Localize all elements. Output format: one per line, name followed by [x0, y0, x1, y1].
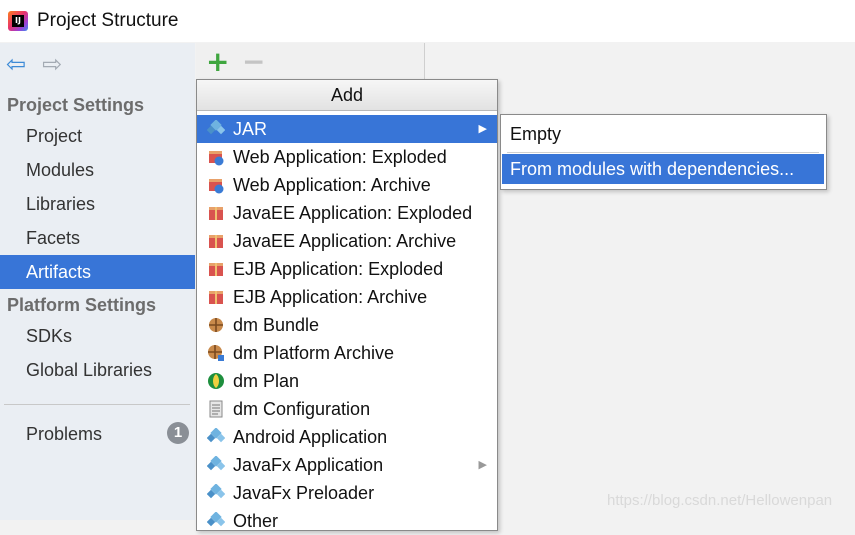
javaee-icon — [209, 207, 223, 220]
menu-item-label: Web Application: Archive — [233, 175, 431, 195]
ejb-icon — [209, 291, 223, 304]
android-icon — [207, 428, 225, 443]
other-icon — [207, 512, 225, 527]
sidebar-item-libraries[interactable]: Libraries — [0, 187, 195, 221]
minus-icon[interactable]: − — [242, 47, 265, 77]
menu-item-jar[interactable]: JAR ▶ — [197, 115, 497, 143]
plan-icon — [208, 373, 224, 389]
menu-item-javafx-app[interactable]: JavaFx Application ▶ — [197, 451, 497, 479]
submenu-item-from-modules[interactable]: From modules with dependencies... — [502, 154, 824, 184]
sidebar: ⇦ ⇨ Project Settings Project Modules Lib… — [0, 43, 195, 520]
watermark: https://blog.csdn.net/Hellowenpan — [607, 492, 833, 509]
sidebar-divider — [4, 404, 190, 405]
jar-icon — [207, 120, 225, 135]
menu-item-label: Other — [233, 511, 279, 531]
web-app-icon — [209, 179, 224, 194]
javaee-icon — [209, 235, 223, 248]
arrow-right-icon[interactable]: ⇨ — [42, 52, 62, 76]
logo-text: IJ — [12, 15, 24, 27]
javafx-icon — [207, 456, 225, 471]
menu-item-label: Android Application — [233, 427, 388, 447]
intellij-logo-icon: IJ — [8, 11, 28, 31]
window-title: Project Structure — [37, 10, 179, 31]
menu-item-label: JavaEE Application: Exploded — [233, 203, 473, 223]
project-settings-header: Project Settings — [7, 95, 145, 115]
popup-header: Add — [197, 80, 497, 111]
configuration-icon — [209, 400, 223, 418]
plus-icon[interactable]: + — [206, 47, 229, 77]
web-app-icon — [209, 151, 224, 166]
ejb-icon — [209, 263, 223, 276]
menu-item-dm-plan[interactable]: dm Plan — [197, 367, 497, 395]
menu-item-javaee-archive[interactable]: JavaEE Application: Archive — [197, 227, 497, 255]
menu-item-label: JavaFx Preloader — [233, 483, 375, 503]
artifacts-toolbar: + − — [196, 43, 425, 79]
jar-submenu: Empty From modules with dependencies... — [500, 114, 827, 190]
nav-arrows: ⇦ ⇨ — [6, 52, 62, 76]
submenu-arrow-icon: ▶ — [478, 122, 487, 135]
menu-item-javaee-exploded[interactable]: JavaEE Application: Exploded — [197, 199, 497, 227]
submenu-item-empty[interactable]: Empty — [502, 119, 824, 149]
menu-item-ejb-archive[interactable]: EJB Application: Archive — [197, 283, 497, 311]
sidebar-item-modules[interactable]: Modules — [0, 153, 195, 187]
submenu-separator — [507, 152, 819, 153]
platform-archive-icon — [208, 345, 224, 361]
menu-item-other[interactable]: Other — [197, 507, 497, 535]
sidebar-item-facets[interactable]: Facets — [0, 221, 195, 255]
platform-settings-header: Platform Settings — [7, 295, 157, 315]
sidebar-item-sdks[interactable]: SDKs — [0, 319, 195, 353]
menu-item-label: EJB Application: Exploded — [233, 259, 444, 279]
sidebar-item-global-libraries[interactable]: Global Libraries — [0, 353, 195, 387]
sidebar-item-artifacts[interactable]: Artifacts — [0, 255, 195, 289]
menu-item-web-app-archive[interactable]: Web Application: Archive — [197, 171, 497, 199]
menu-item-label: EJB Application: Archive — [233, 287, 428, 307]
bundle-icon — [209, 318, 223, 332]
javafx-icon — [207, 484, 225, 499]
add-popup-menu: Add JAR ▶ Web Application: Exploded Web … — [196, 79, 498, 531]
arrow-left-icon[interactable]: ⇦ — [6, 52, 26, 76]
menu-item-label: dm Bundle — [233, 315, 320, 335]
menu-item-web-app-exploded[interactable]: Web Application: Exploded — [197, 143, 497, 171]
menu-item-label: dm Configuration — [233, 399, 371, 419]
sidebar-item-problems[interactable]: Problems — [0, 417, 195, 451]
title-bar: IJ Project Structure — [0, 0, 855, 42]
menu-item-label: dm Platform Archive — [233, 343, 395, 363]
submenu-arrow-icon: ▶ — [478, 458, 487, 471]
menu-item-label: JAR — [233, 119, 268, 139]
menu-item-label: JavaFx Application — [233, 455, 384, 475]
menu-item-javafx-preloader[interactable]: JavaFx Preloader — [197, 479, 497, 507]
menu-item-dm-platform-archive[interactable]: dm Platform Archive — [197, 339, 497, 367]
menu-item-label: dm Plan — [233, 371, 300, 391]
menu-item-dm-bundle[interactable]: dm Bundle — [197, 311, 497, 339]
menu-item-dm-configuration[interactable]: dm Configuration — [197, 395, 497, 423]
menu-item-ejb-exploded[interactable]: EJB Application: Exploded — [197, 255, 497, 283]
menu-item-android-app[interactable]: Android Application — [197, 423, 497, 451]
menu-item-label: Web Application: Exploded — [233, 147, 447, 167]
problems-count-badge: 1 — [167, 422, 189, 444]
sidebar-item-project[interactable]: Project — [0, 119, 195, 153]
menu-item-label: JavaEE Application: Archive — [233, 231, 457, 251]
